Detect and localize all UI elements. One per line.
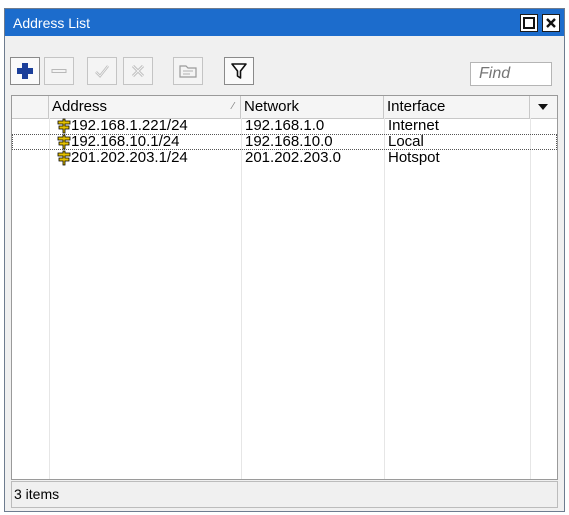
window-title: Address List xyxy=(13,14,91,31)
table-header: Address ⁄ Network Interface xyxy=(12,96,557,119)
network-cell: 201.202.203.0 xyxy=(245,149,341,166)
interface-cell: Internet xyxy=(388,117,439,134)
close-icon xyxy=(546,17,556,28)
address-list-window: Address List Find Address ⁄ Network Inte… xyxy=(4,8,565,512)
columns-menu-button[interactable] xyxy=(530,96,557,118)
network-cell: 192.168.10.0 xyxy=(245,133,333,150)
disable-icon xyxy=(131,64,145,78)
item-count: 3 items xyxy=(14,486,60,502)
status-bar: 3 items xyxy=(11,481,558,508)
table-row[interactable]: 192.168.10.1/24 192.168.10.0 Local xyxy=(12,134,557,150)
toolbar xyxy=(5,36,564,100)
add-icon xyxy=(17,63,33,79)
column-header-interface[interactable]: Interface xyxy=(384,96,530,118)
find-input[interactable] xyxy=(470,62,552,86)
address-cell: 192.168.1.221/24 xyxy=(71,117,188,134)
address-cell: 192.168.10.1/24 xyxy=(71,133,180,150)
interface-cell: Local xyxy=(388,133,424,150)
interface-cell: Hotspot xyxy=(388,149,440,166)
column-header-address[interactable]: Address ⁄ xyxy=(49,96,241,118)
add-button[interactable] xyxy=(10,57,40,85)
close-button[interactable] xyxy=(542,13,560,32)
comment-button[interactable] xyxy=(173,57,203,85)
maximize-button[interactable] xyxy=(520,13,538,32)
column-header-select[interactable] xyxy=(12,96,49,118)
filter-button[interactable] xyxy=(224,57,254,85)
disable-button[interactable] xyxy=(123,57,153,85)
sort-indicator-icon: ⁄ xyxy=(232,101,234,112)
remove-button[interactable] xyxy=(44,57,74,85)
address-icon xyxy=(56,118,72,134)
column-header-network[interactable]: Network xyxy=(241,96,384,118)
address-icon xyxy=(56,134,72,150)
comment-icon xyxy=(179,65,197,78)
table-row[interactable]: 201.202.203.1/24 201.202.203.0 Hotspot xyxy=(12,150,557,166)
title-bar[interactable]: Address List xyxy=(5,9,564,36)
enable-button[interactable] xyxy=(87,57,117,85)
address-icon xyxy=(56,150,72,166)
filter-icon xyxy=(231,63,247,79)
address-cell: 201.202.203.1/24 xyxy=(71,149,188,166)
network-cell: 192.168.1.0 xyxy=(245,117,325,134)
remove-icon xyxy=(51,69,67,73)
maximize-icon xyxy=(523,16,535,29)
dropdown-arrow-icon xyxy=(538,104,548,110)
address-table: Address ⁄ Network Interface 192.168.1.22… xyxy=(11,95,558,480)
table-row[interactable]: 192.168.1.221/24 192.168.1.0 Internet xyxy=(12,118,557,134)
enable-icon xyxy=(95,65,109,78)
